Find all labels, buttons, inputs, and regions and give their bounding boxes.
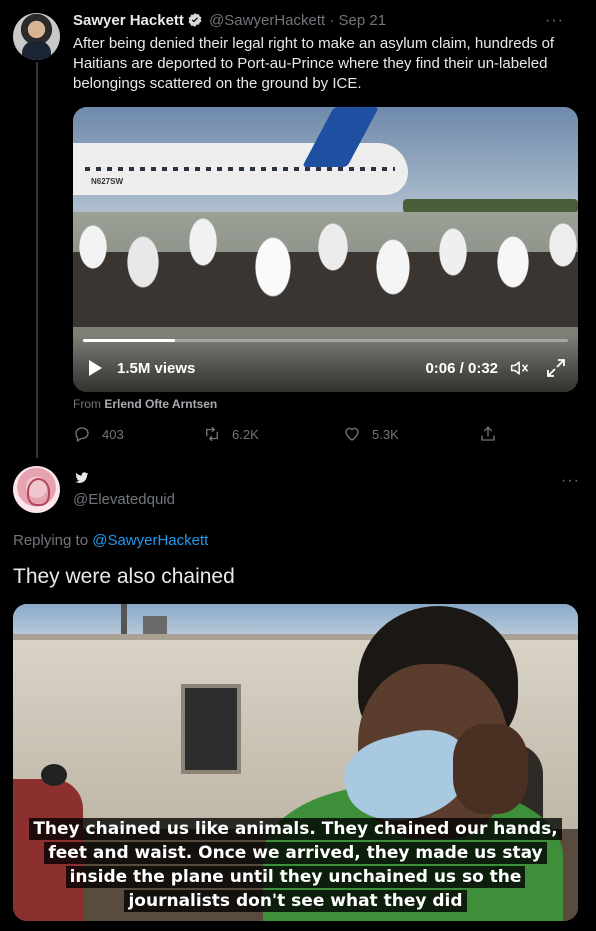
tweet-actions: 403 6.2K 5.3K — [73, 424, 513, 444]
video-progress-fill — [83, 339, 176, 342]
twitter-bird-icon — [75, 472, 89, 483]
reply-more-options-icon[interactable]: ··· — [561, 472, 580, 490]
tweet-date[interactable]: Sep 21 — [339, 12, 387, 29]
play-icon[interactable] — [89, 360, 102, 376]
like-action[interactable]: 5.3K — [343, 424, 399, 444]
share-icon — [481, 426, 495, 441]
video-player[interactable]: N627SW 1.5M views 0:06 / 0:32 — [73, 107, 578, 392]
reply-count: 403 — [102, 426, 124, 442]
reply-text: They were also chained — [13, 565, 235, 588]
person-hand — [453, 724, 528, 814]
author-name[interactable]: Sawyer Hackett — [73, 12, 184, 29]
replying-prefix: Replying to — [13, 532, 89, 549]
verified-badge-icon — [188, 13, 202, 27]
more-options-icon[interactable]: ··· — [545, 12, 564, 30]
tweet-header: Sawyer Hackett @SawyerHackett · Sep 21 ·… — [73, 12, 580, 32]
video-subtitle: They chained us like animals. They chain… — [23, 817, 568, 913]
thread-connector-line — [36, 62, 38, 458]
airplane-registration: N627SW — [91, 177, 124, 186]
microphone — [41, 764, 67, 786]
building-window — [181, 684, 241, 774]
dot-separator: · — [329, 12, 335, 29]
author-avatar[interactable] — [13, 13, 60, 60]
video-view-count: 1.5M views — [117, 360, 196, 377]
mute-icon[interactable] — [510, 359, 530, 377]
crowd-of-people — [73, 207, 578, 357]
video-time: 0:06 / 0:32 — [425, 360, 498, 377]
replying-to-link[interactable]: @SawyerHackett — [92, 532, 208, 549]
author-handle[interactable]: @SawyerHackett — [209, 12, 325, 29]
video-attribution: From Erlend Ofte Arntsen — [73, 397, 217, 411]
expand-icon[interactable] — [546, 358, 566, 378]
tweet-text: After being denied their legal right to … — [73, 35, 555, 92]
retweet-icon — [206, 426, 218, 442]
reply-icon — [75, 427, 89, 442]
reply-author-handle[interactable]: @Elevatedquid — [73, 491, 175, 508]
retweet-count: 6.2K — [232, 426, 259, 442]
from-author-link[interactable]: Erlend Ofte Arntsen — [104, 397, 217, 411]
like-count: 5.3K — [372, 426, 399, 442]
reply-author-avatar[interactable] — [13, 466, 60, 513]
video-progress-bar[interactable] — [83, 339, 568, 342]
reply-action[interactable]: 403 — [73, 424, 124, 444]
share-action[interactable] — [479, 424, 508, 444]
video-subtitle-text: They chained us like animals. They chain… — [29, 818, 562, 912]
replying-to: Replying to @SawyerHackett — [13, 532, 208, 549]
retweet-action[interactable]: 6.2K — [203, 424, 259, 444]
like-icon — [345, 427, 359, 441]
reply-video[interactable]: They chained us like animals. They chain… — [13, 604, 578, 921]
airplane-windows — [85, 167, 395, 171]
from-prefix: From — [73, 397, 101, 411]
